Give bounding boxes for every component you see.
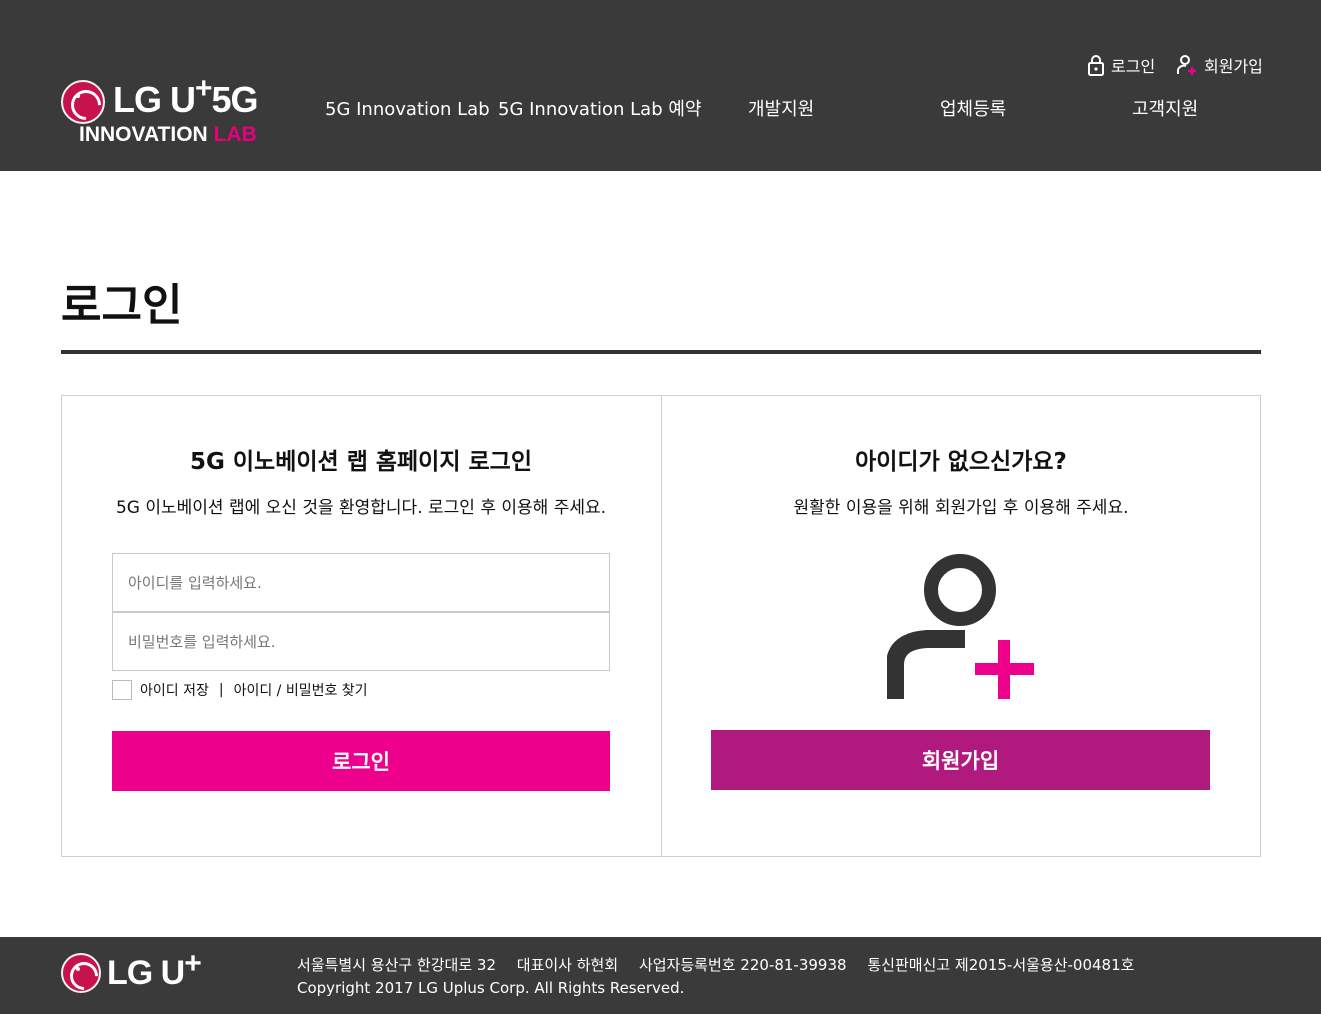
logo-plus: + xyxy=(195,72,213,105)
remember-id-checkbox[interactable] xyxy=(112,680,132,700)
site-logo[interactable]: LG U+5G INNOVATION LAB xyxy=(61,74,276,148)
login-options: 아이디 저장 | 아이디 / 비밀번호 찾기 xyxy=(112,680,368,700)
company-mail-order-number: 통신판매신고 제2015-서울용산-00481호 xyxy=(867,956,1135,974)
util-join-link[interactable]: 회원가입 xyxy=(1176,53,1263,77)
remember-id-label[interactable]: 아이디 저장 xyxy=(140,680,209,700)
login-description: 5G 이노베이션 랩에 오신 것을 환영합니다. 로그인 후 이용해 주세요. xyxy=(115,498,607,518)
join-description: 원활한 이용을 위해 회원가입 후 이용해 주세요. xyxy=(793,498,1129,518)
util-login-label: 로그인 xyxy=(1111,57,1156,76)
logo-tier: 5G xyxy=(211,79,259,120)
page-title: 로그인 xyxy=(61,280,183,331)
logo-brand-text: LG U xyxy=(113,79,196,120)
footer-logo-plus: + xyxy=(184,947,202,980)
user-add-icon xyxy=(1177,55,1196,75)
company-ceo: 대표이사 하현회 xyxy=(516,956,619,974)
footer-logo: LG U+ xyxy=(61,949,211,997)
company-address: 서울특별시 용산구 한강대로 32 xyxy=(297,956,496,974)
login-button[interactable]: 로그인 xyxy=(112,731,610,791)
find-id-password-link[interactable]: 아이디 / 비밀번호 찾기 xyxy=(234,680,368,700)
join-heading: 아이디가 없으신가요? xyxy=(855,449,1067,475)
company-biz-number: 사업자등록번호 220-81-39938 xyxy=(638,956,847,974)
lock-icon xyxy=(1088,55,1104,76)
options-separator: | xyxy=(218,682,224,698)
lg-logo-icon xyxy=(61,953,101,993)
password-input[interactable] xyxy=(112,612,610,671)
logo-sub-innovation: INNOVATION xyxy=(79,123,208,146)
nav-item-innovation-lab[interactable]: 5G Innovation Lab xyxy=(325,98,490,122)
nav-item-customer-support[interactable]: 고객지원 xyxy=(1132,98,1198,122)
site-footer: LG U+ 서울특별시 용산구 한강대로 32 대표이사 하현회 사업자등록번호… xyxy=(0,937,1321,1014)
footer-logo-brand: LG U xyxy=(107,954,185,992)
util-login-link[interactable]: 로그인 xyxy=(1087,53,1155,77)
nav-item-reservation[interactable]: 5G Innovation Lab 예약 xyxy=(498,98,701,122)
join-button[interactable]: 회원가입 xyxy=(711,730,1210,790)
login-heading: 5G 이노베이션 랩 홈페이지 로그인 xyxy=(190,449,532,475)
nav-item-dev-support[interactable]: 개발지원 xyxy=(748,98,814,122)
logo-sub-lab: LAB xyxy=(213,123,257,146)
util-join-label: 회원가입 xyxy=(1204,57,1263,76)
lg-logo-icon xyxy=(61,80,105,124)
login-container: 5G 이노베이션 랩 홈페이지 로그인 5G 이노베이션 랩에 오신 것을 환영… xyxy=(61,395,1261,857)
title-divider xyxy=(61,350,1261,354)
user-add-icon xyxy=(887,554,1034,699)
site-header: LG U+5G INNOVATION LAB 5G Innovation Lab… xyxy=(0,0,1321,171)
copyright: Copyright 2017 LG Uplus Corp. All Rights… xyxy=(297,979,685,997)
id-input[interactable] xyxy=(112,553,610,612)
nav-item-company-register[interactable]: 업체등록 xyxy=(940,98,1006,122)
company-info: 서울특별시 용산구 한강대로 32 대표이사 하현회 사업자등록번호 220-8… xyxy=(297,954,1150,977)
